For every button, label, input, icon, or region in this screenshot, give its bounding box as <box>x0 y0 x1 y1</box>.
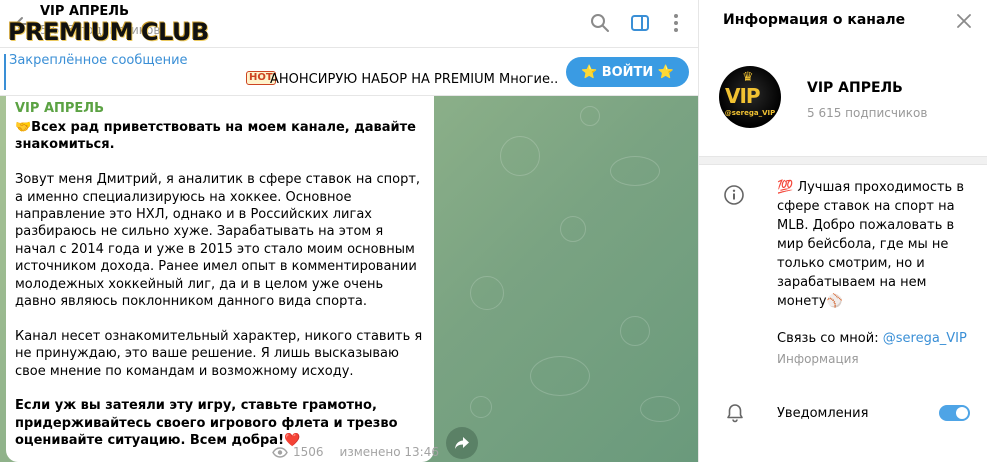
sidebar-toggle-icon <box>631 15 649 31</box>
search-icon <box>591 14 609 32</box>
contact-link[interactable]: @serega_VIP <box>883 331 967 346</box>
close-icon <box>957 14 971 28</box>
channel-avatar[interactable]: ♛ VIP @serega_VIP <box>719 66 781 128</box>
panel-channel-title: VIP АПРЕЛЬ <box>807 80 903 96</box>
section-separator <box>699 156 987 165</box>
pinned-indicator <box>4 54 6 90</box>
message-author[interactable]: VIP АПРЕЛЬ <box>15 101 104 116</box>
avatar-handle: @serega_VIP <box>724 109 776 117</box>
notifications-label: Уведомления <box>777 406 869 421</box>
panel-subscriber-count: 5 615 подписчиков <box>807 106 928 120</box>
crown-icon: ♛ <box>742 70 754 85</box>
more-vertical-icon <box>674 14 678 32</box>
contact-prefix: Связь со мной: <box>777 331 883 346</box>
pinned-preview-text: АНОНСИРУЮ НАБОР НА PREMIUM Многие... <box>270 72 558 87</box>
close-panel-button[interactable] <box>951 8 977 34</box>
view-count: 1506 <box>293 445 324 459</box>
notifications-toggle[interactable] <box>939 405 970 421</box>
premium-club-logo: PREMIUM CLUB <box>8 18 209 46</box>
message-paragraph: 🤝Всех рад приветствовать на моем канале,… <box>15 120 416 153</box>
message-paragraph: Канал несет ознакомительный характер, ни… <box>15 328 423 379</box>
info-panel-heading: Информация о канале <box>723 12 906 28</box>
info-label: Информация <box>777 352 859 366</box>
search-button[interactable] <box>587 10 613 36</box>
bell-icon <box>727 404 743 423</box>
join-button[interactable]: ⭐ ВОЙТИ ⭐ <box>566 57 689 87</box>
sidebar-toggle-button[interactable] <box>627 10 653 36</box>
share-icon <box>455 437 469 449</box>
message-meta: 1506 изменено 13:46 <box>272 445 439 459</box>
channel-title[interactable]: VIP АПРЕЛЬ <box>40 4 129 19</box>
channel-info-panel: Информация о канале ♛ VIP @serega_VIP VI… <box>699 0 987 462</box>
message-paragraph: Зовут меня Дмитрий, я аналитик в сфере с… <box>15 172 421 310</box>
pinned-label: Закреплённое сообщение <box>9 53 188 68</box>
more-button[interactable] <box>663 10 689 36</box>
share-button[interactable] <box>446 427 478 459</box>
message-text: 🤝Всех рад приветствовать на моем канале,… <box>15 119 425 462</box>
toggle-knob <box>956 407 968 419</box>
edited-timestamp: изменено 13:46 <box>339 445 439 459</box>
avatar-logo-text: VIP <box>725 84 761 108</box>
chat-column: VIP АПРЕЛЬ 5 615 подписчиков Закреплённо… <box>0 0 698 462</box>
channel-description: 💯 Лучшая проходимость в сфере ставок на … <box>777 180 965 309</box>
info-icon <box>724 185 744 205</box>
eye-icon <box>272 446 288 458</box>
message-paragraph: Если уж вы затеяли эту игру, ставьте гра… <box>15 398 398 449</box>
contact-line: Связь со мной: @serega_VIP <box>777 331 967 346</box>
